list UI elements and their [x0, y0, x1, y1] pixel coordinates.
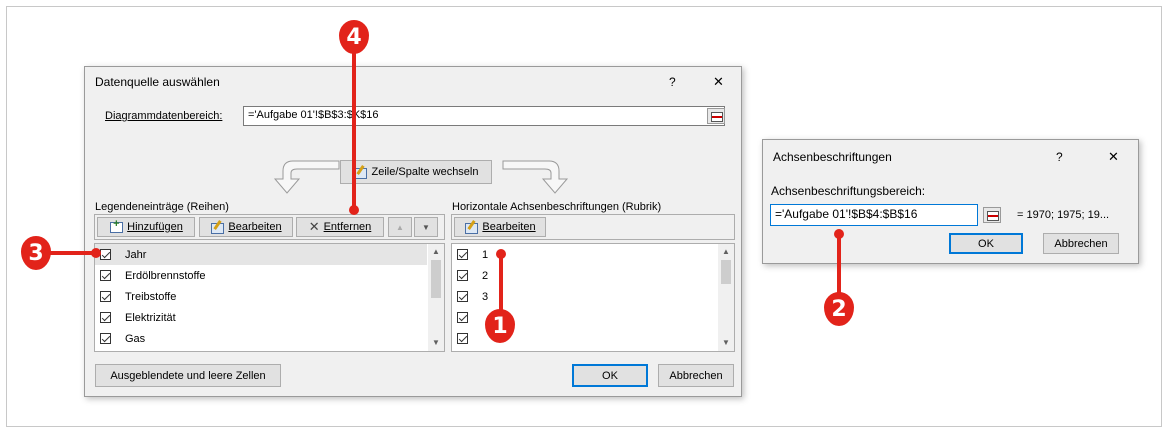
- callout-line: [50, 251, 95, 255]
- legend-section-label: Legendeneinträge (Reihen): [95, 201, 229, 213]
- add-icon: [109, 218, 124, 233]
- scroll-down-icon[interactable]: ▼: [432, 339, 440, 347]
- move-up-icon: ▲: [396, 222, 404, 232]
- list-item[interactable]: 2: [452, 265, 488, 286]
- callout-dot: [349, 205, 359, 215]
- range-select-icon[interactable]: [707, 108, 725, 124]
- checkbox[interactable]: [100, 249, 111, 260]
- axis-dialog-title: Achsenbeschriftungen: [773, 150, 892, 164]
- select-data-source-dialog: Datenquelle auswählen ? ✕ Diagrammdatenb…: [84, 66, 742, 397]
- edit-axis-label: Bearbeiten: [482, 221, 536, 233]
- scrollbar[interactable]: ▲ ▼: [718, 244, 734, 351]
- checkbox[interactable]: [100, 270, 111, 281]
- help-button[interactable]: ?: [1056, 150, 1063, 164]
- add-label: Hinzufügen: [127, 221, 183, 233]
- edit-axis-button[interactable]: Bearbeiten: [454, 217, 546, 237]
- close-icon[interactable]: ✕: [1108, 149, 1119, 165]
- callout-line: [837, 234, 841, 296]
- axis-range-label: Achsenbeschriftungsbereich:: [771, 184, 926, 198]
- callout-dot: [91, 248, 101, 258]
- callout-line: [352, 52, 356, 210]
- series-name: Elektrizität: [125, 311, 176, 324]
- edit-icon: [210, 221, 225, 234]
- series-name: Jahr: [125, 248, 147, 261]
- axis-section-label: Horizontale Achsenbeschriftungen (Rubrik…: [452, 201, 662, 213]
- list-item[interactable]: [452, 307, 482, 328]
- switch-button-label: Zeile/Spalte wechseln: [371, 166, 479, 178]
- switch-arrow-left-icon: [273, 160, 340, 194]
- cancel-label: Abbrechen: [1054, 237, 1108, 250]
- edit-label: Bearbeiten: [228, 221, 282, 233]
- help-button[interactable]: ?: [669, 75, 676, 89]
- checkbox[interactable]: [457, 249, 468, 260]
- list-item[interactable]: 3: [452, 286, 488, 307]
- scroll-thumb[interactable]: [721, 260, 731, 284]
- ok-button[interactable]: OK: [572, 364, 648, 387]
- ok-label: OK: [978, 237, 994, 250]
- cancel-button[interactable]: Abbrechen: [1043, 233, 1119, 254]
- ok-label: OK: [602, 369, 618, 382]
- hidden-empty-cells-label: Ausgeblendete und leere Zellen: [110, 369, 266, 382]
- list-item[interactable]: Erdölbrennstoffe: [95, 265, 206, 286]
- checkbox[interactable]: [100, 312, 111, 323]
- checkbox[interactable]: [457, 312, 468, 323]
- scroll-up-icon[interactable]: ▲: [722, 248, 730, 256]
- legend-series-list[interactable]: Jahr Erdölbrennstoffe Treibstoffe Elektr…: [94, 243, 445, 352]
- checkbox[interactable]: [457, 333, 468, 344]
- series-name: Gas: [125, 332, 146, 345]
- edit-icon: [464, 221, 479, 234]
- chart-range-label: Diagrammdatenbereich:: [105, 110, 223, 122]
- list-item[interactable]: Jahr: [95, 244, 427, 265]
- ok-button[interactable]: OK: [949, 233, 1023, 254]
- remove-icon: ✕: [308, 219, 320, 234]
- series-name: Treibstoffe: [125, 290, 177, 303]
- axis-labels-dialog: Achsenbeschriftungen ? ✕ Achsenbeschrift…: [762, 139, 1139, 264]
- close-icon[interactable]: ✕: [713, 74, 724, 90]
- scrollbar[interactable]: ▲ ▼: [428, 244, 444, 351]
- list-item[interactable]: Treibstoffe: [95, 286, 176, 307]
- list-item[interactable]: 1: [452, 244, 488, 265]
- cancel-label: Abbrechen: [669, 369, 723, 382]
- scroll-thumb[interactable]: [431, 260, 441, 298]
- remove-series-button[interactable]: ✕ Entfernen: [296, 217, 384, 237]
- checkbox[interactable]: [457, 291, 468, 302]
- checkbox[interactable]: [100, 333, 111, 344]
- move-down-button[interactable]: ▼: [414, 217, 438, 237]
- scroll-up-icon[interactable]: ▲: [432, 248, 440, 256]
- axis-label: 2: [482, 269, 489, 282]
- add-series-button[interactable]: Hinzufügen: [97, 217, 195, 237]
- callout-line: [499, 254, 503, 314]
- cancel-button[interactable]: Abbrechen: [658, 364, 734, 387]
- switch-arrow-right-icon: [502, 160, 569, 194]
- list-item[interactable]: Elektrizität: [95, 307, 176, 328]
- range-select-icon[interactable]: [983, 207, 1001, 223]
- move-down-icon: ▼: [422, 222, 430, 232]
- checkbox[interactable]: [457, 270, 468, 281]
- series-name: Erdölbrennstoffe: [125, 269, 206, 282]
- list-item[interactable]: [452, 328, 482, 349]
- scroll-down-icon[interactable]: ▼: [722, 339, 730, 347]
- axis-range-input[interactable]: ='Aufgabe 01'!$B$4:$B$16: [770, 204, 978, 226]
- edit-series-button[interactable]: Bearbeiten: [199, 217, 293, 237]
- dialog-title: Datenquelle auswählen: [95, 75, 220, 89]
- axis-label: 1: [482, 248, 489, 261]
- move-up-button[interactable]: ▲: [388, 217, 412, 237]
- axis-preview: = 1970; 1975; 19...: [1017, 209, 1110, 221]
- remove-label: Entfernen: [323, 221, 372, 233]
- chart-range-input[interactable]: ='Aufgabe 01'!$B$3:$K$16: [243, 106, 725, 126]
- axis-label: 3: [482, 290, 489, 303]
- hidden-empty-cells-button[interactable]: Ausgeblendete und leere Zellen: [95, 364, 281, 387]
- list-item[interactable]: Gas: [95, 328, 145, 349]
- checkbox[interactable]: [100, 291, 111, 302]
- switch-row-column-button[interactable]: Zeile/Spalte wechseln: [340, 160, 492, 184]
